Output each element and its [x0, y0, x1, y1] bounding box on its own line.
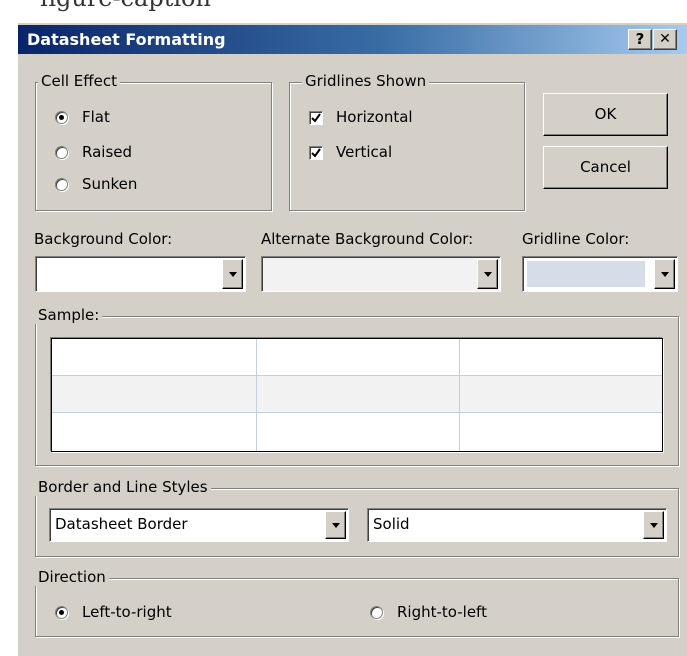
help-button[interactable]: ?: [628, 29, 652, 50]
direction-label: Direction: [35, 568, 109, 586]
radio-selected-dot: [59, 115, 64, 120]
radio-right-to-left-label[interactable]: Right-to-left: [397, 603, 487, 621]
sample-column-line: [256, 339, 257, 451]
dropdown-button[interactable]: [477, 259, 498, 289]
radio-sunken[interactable]: [55, 178, 68, 191]
radio-sunken-label[interactable]: Sunken: [82, 175, 137, 193]
gridline-color-select[interactable]: [522, 256, 678, 292]
gridlines-shown-label: Gridlines Shown: [302, 72, 430, 90]
sample-label: Sample:: [35, 306, 103, 324]
border-style-select[interactable]: Datasheet Border: [49, 508, 349, 542]
sample-row: [52, 413, 662, 450]
alternate-background-color-label: Alternate Background Color:: [261, 230, 474, 248]
gridline-color-swatch: [527, 261, 645, 287]
sample-column-line: [459, 339, 460, 451]
chevron-down-icon: [660, 272, 669, 277]
cell-effect-label: Cell Effect: [38, 72, 120, 90]
sample-row: [52, 339, 662, 376]
background-color-select[interactable]: [35, 256, 246, 292]
line-style-value: Solid: [373, 515, 410, 533]
checkbox-vertical-label[interactable]: Vertical: [336, 143, 392, 161]
chevron-down-icon: [228, 272, 237, 277]
dialog-title: Datasheet Formatting: [27, 30, 226, 49]
radio-right-to-left[interactable]: [370, 606, 383, 619]
checkbox-vertical[interactable]: [309, 146, 323, 160]
radio-left-to-right-label[interactable]: Left-to-right: [82, 603, 172, 621]
checkbox-horizontal[interactable]: [309, 111, 323, 125]
radio-raised[interactable]: [55, 146, 68, 159]
radio-selected-dot: [59, 610, 64, 615]
checkbox-horizontal-label[interactable]: Horizontal: [336, 108, 413, 126]
radio-flat-label[interactable]: Flat: [82, 108, 110, 126]
radio-raised-label[interactable]: Raised: [82, 143, 132, 161]
chevron-down-icon: [483, 272, 492, 277]
chevron-down-icon: [649, 523, 658, 528]
close-button[interactable]: ✕: [653, 29, 677, 50]
sample-grid: [51, 338, 663, 452]
checkmark-icon: [311, 113, 321, 123]
dropdown-button[interactable]: [325, 511, 346, 539]
alternate-background-color-select[interactable]: [261, 256, 501, 292]
dropdown-button[interactable]: [654, 259, 675, 289]
cropped-caption: figure-caption: [0, 0, 687, 22]
border-style-value: Datasheet Border: [55, 515, 188, 533]
gridline-color-label: Gridline Color:: [522, 230, 630, 248]
checkmark-icon: [311, 148, 321, 158]
border-line-styles-label: Border and Line Styles: [35, 478, 211, 496]
sample-row: [52, 376, 662, 413]
line-style-select[interactable]: Solid: [367, 508, 667, 542]
chevron-down-icon: [331, 523, 340, 528]
background-color-label: Background Color:: [34, 230, 173, 248]
cell-effect-group: [35, 82, 272, 211]
gridlines-shown-group: [289, 82, 525, 211]
cancel-button[interactable]: Cancel: [543, 146, 668, 189]
dropdown-button[interactable]: [222, 259, 243, 289]
radio-left-to-right[interactable]: [55, 606, 68, 619]
dropdown-button[interactable]: [643, 511, 664, 539]
ok-button[interactable]: OK: [543, 93, 668, 136]
radio-flat[interactable]: [55, 111, 68, 124]
